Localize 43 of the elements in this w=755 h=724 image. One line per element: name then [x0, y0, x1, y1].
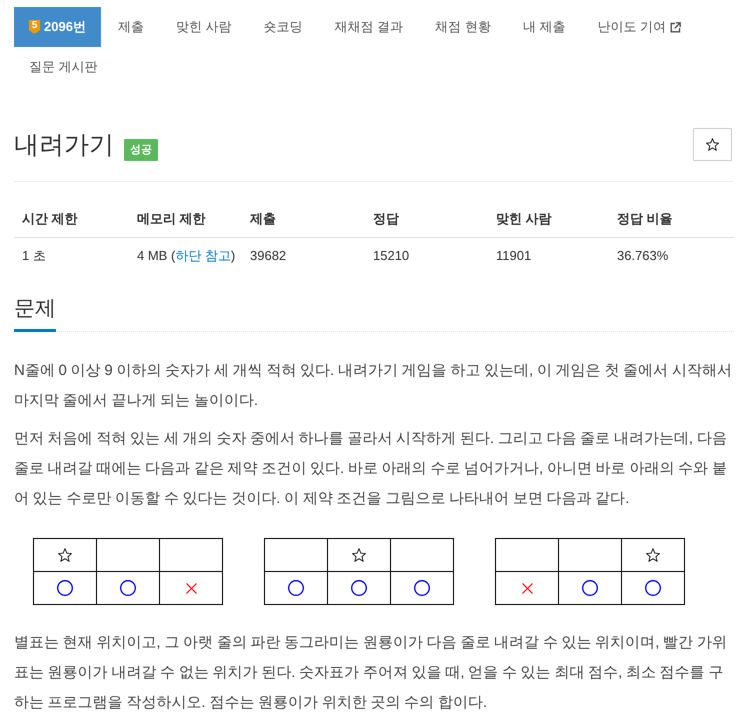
table-cell: 15210 [365, 238, 488, 274]
problem-text: 먼저 처음에 적혀 있는 세 개의 숫자 중에서 하나를 골라서 시작하게 된다. 그리고 다음 줄로 내려가는데, 다음 줄로 내려갈 때에는 다음과 같은 제약 조건이 있다. 바로 아래의 수로 넘어가거나, 아니면 바로 아래의 수와 붙어 있는 수로만 이동할 수 있다는 것이다. 이 제약 조건을 그림으로 나타내어 보면 다음과 같다. [14, 429, 728, 509]
nav-tab[interactable]: 채점 현황 [420, 7, 506, 47]
nav-tab[interactable]: 숏코딩 [248, 7, 318, 47]
reference-link[interactable]: 하단 참고 [175, 248, 231, 263]
table-header: 제출 [242, 201, 365, 238]
circle-icon [57, 580, 73, 596]
result-badge: 성공 [124, 138, 158, 160]
table-cell: 36.763% [609, 238, 734, 274]
table-header: 정답 [365, 201, 488, 238]
star-icon [646, 548, 660, 562]
cross-icon [186, 582, 196, 594]
problem-text: N줄에 0 이상 9 이하의 숫자가 세 개씩 적혀 있다. 내려가기 게임을 하고 있는데, 이 게임은 첫 줄에서 시작해서 마지막 줄에서 끝나게 되는 놀이이다. [14, 361, 733, 411]
table-header: 맞힌 사람 [488, 201, 609, 238]
table-cell: 4 MB (하단 참고) [129, 238, 242, 274]
nav-tab[interactable]: 5 2096번 [14, 7, 101, 47]
table-header: 정답 비율 [609, 201, 734, 238]
tier-badge: 5 [29, 20, 40, 34]
star-icon [58, 548, 72, 562]
circle-icon [351, 580, 367, 596]
table-cell: 1 초 [14, 238, 129, 274]
table-cell: 39682 [242, 238, 365, 274]
nav-tab[interactable]: 질문 게시판 [14, 47, 113, 87]
circle-icon [582, 580, 598, 596]
table-cell: 11901 [488, 238, 609, 274]
nav-tab[interactable]: 맞힌 사람 [160, 7, 247, 47]
table-header: 시간 제한 [14, 201, 129, 238]
circle-icon [120, 580, 136, 596]
star-button[interactable] [693, 128, 732, 161]
circle-icon [414, 580, 430, 596]
star-icon [706, 138, 719, 151]
nav-tab[interactable]: 제출 [102, 7, 159, 47]
circle-icon [645, 580, 661, 596]
table-header: 메모리 제한 [129, 201, 242, 238]
nav-tab[interactable]: 난이도 기여 [582, 7, 696, 47]
circle-icon [288, 580, 304, 596]
nav-tab[interactable]: 내 제출 [508, 7, 580, 47]
cross-icon [522, 582, 532, 594]
section-heading: 문제 [14, 294, 56, 332]
nav-tab[interactable]: 재채점 결과 [320, 7, 418, 47]
problem-text: 별표는 현재 위치이고, 그 아랫 줄의 파란 동그라미는 원룡이가 다음 줄로 내려갈 수 있는 위치이며, 빨간 가위표는 원룡이가 내려갈 수 없는 위치가 된다. 숫자표가 주어져 있을 때, 얻을 수 있는 최대 점수, 최소 점수를 구하는 프로그램을 작성하시오. 점수는 원룡이가 위치한 곳의 수의 합이다. [14, 633, 728, 713]
problem-title: 내려가기 [14, 130, 114, 160]
star-icon [352, 548, 366, 562]
